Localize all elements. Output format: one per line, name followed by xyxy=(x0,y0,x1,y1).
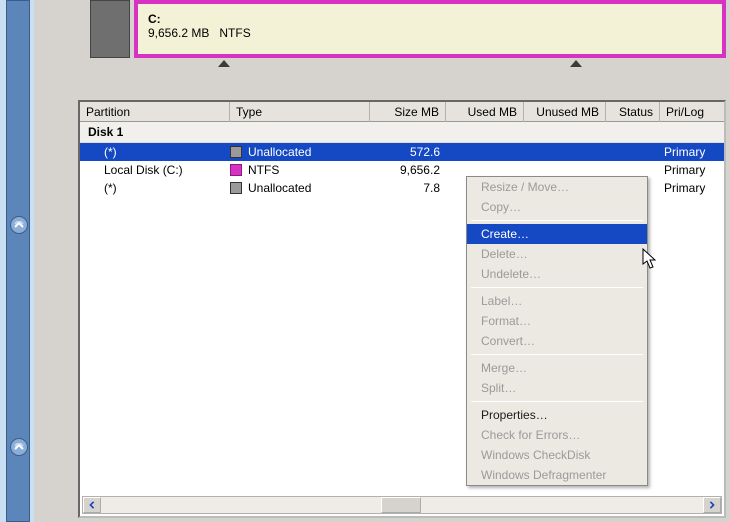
menu-item-split: Split… xyxy=(467,378,647,398)
table-header-row: Partition Type Size MB Used MB Unused MB… xyxy=(80,102,724,122)
menu-item-format: Format… xyxy=(467,311,647,331)
menu-item-copy: Copy… xyxy=(467,197,647,217)
menu-item-resize-move: Resize / Move… xyxy=(467,177,647,197)
menu-item-label: Label… xyxy=(467,291,647,311)
type-color-icon xyxy=(230,182,242,194)
cell-partition: (*) xyxy=(80,145,230,159)
partition-bar-detail: 9,656.2 MB NTFS xyxy=(148,26,712,40)
cell-size: 7.8 xyxy=(370,181,446,195)
col-size[interactable]: Size MB xyxy=(370,102,446,122)
menu-separator xyxy=(471,220,643,221)
cell-type: Unallocated xyxy=(230,181,370,195)
menu-item-delete: Delete… xyxy=(467,244,647,264)
menu-item-windows-defragmenter: Windows Defragmenter xyxy=(467,465,647,485)
partition-map: C: 9,656.2 MB NTFS xyxy=(78,0,726,75)
scroll-thumb[interactable] xyxy=(381,497,421,513)
cell-type: Unallocated xyxy=(230,145,370,159)
chevron-up-1[interactable] xyxy=(10,216,28,234)
cell-prilog: Primary xyxy=(660,145,716,159)
col-prilog[interactable]: Pri/Log xyxy=(660,102,716,122)
col-used[interactable]: Used MB xyxy=(446,102,524,122)
col-status[interactable]: Status xyxy=(606,102,660,122)
partition-swatch xyxy=(90,0,130,58)
col-type[interactable]: Type xyxy=(230,102,370,122)
col-partition[interactable]: Partition xyxy=(80,102,230,122)
cell-prilog: Primary xyxy=(660,181,716,195)
menu-item-windows-checkdisk: Windows CheckDisk xyxy=(467,445,647,465)
cell-size: 9,656.2 xyxy=(370,163,446,177)
menu-item-convert: Convert… xyxy=(467,331,647,351)
cell-prilog: Primary xyxy=(660,163,716,177)
partition-markers xyxy=(78,60,726,72)
cell-partition: Local Disk (C:) xyxy=(80,163,230,177)
menu-separator xyxy=(471,287,643,288)
scroll-right-button[interactable] xyxy=(703,497,721,513)
chevron-up-2[interactable] xyxy=(10,438,28,456)
cell-partition: (*) xyxy=(80,181,230,195)
scroll-left-button[interactable] xyxy=(83,497,101,513)
chevron-left-icon xyxy=(88,501,96,509)
table-row[interactable]: (*)Unallocated572.6 Primary xyxy=(80,143,724,161)
partition-bar-c[interactable]: C: 9,656.2 MB NTFS xyxy=(134,0,726,58)
chevron-right-icon xyxy=(708,501,716,509)
chevron-up-icon xyxy=(14,443,24,451)
partition-bar-label: C: xyxy=(148,12,712,26)
menu-separator xyxy=(471,354,643,355)
scroll-track[interactable] xyxy=(101,497,703,513)
context-menu: Resize / Move…Copy… Create…Delete…Undelet… xyxy=(466,176,648,486)
cell-size: 572.6 xyxy=(370,145,446,159)
menu-item-create[interactable]: Create… xyxy=(467,224,647,244)
horizontal-scrollbar[interactable] xyxy=(82,496,722,514)
disk-group-label[interactable]: Disk 1 xyxy=(80,122,724,143)
menu-item-merge: Merge… xyxy=(467,358,647,378)
triangle-up-icon xyxy=(570,60,582,67)
triangle-up-icon xyxy=(218,60,230,67)
cell-type: NTFS xyxy=(230,163,370,177)
menu-separator xyxy=(471,401,643,402)
type-color-icon xyxy=(230,164,242,176)
menu-item-undelete: Undelete… xyxy=(467,264,647,284)
col-unused[interactable]: Unused MB xyxy=(524,102,606,122)
menu-item-properties[interactable]: Properties… xyxy=(467,405,647,425)
menu-item-check-for-errors: Check for Errors… xyxy=(467,425,647,445)
chevron-up-icon xyxy=(14,221,24,229)
type-color-icon xyxy=(230,146,242,158)
